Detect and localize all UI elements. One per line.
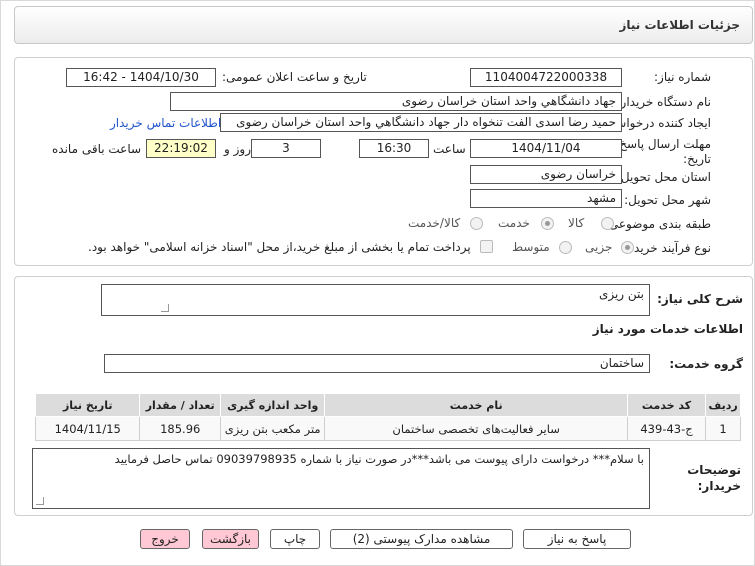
process-option-medium: متوسط <box>512 240 550 254</box>
deadline-label-date: تاریخ: <box>683 152 711 166</box>
remaining-time-field: 22:19:02 <box>146 139 216 158</box>
buyer-notes-text: با سلام*** درخواست دارای پیوست می باشد**… <box>114 452 644 466</box>
remaining-label: ساعت باقی مانده <box>52 142 142 156</box>
cell-name: سایر فعالیت‌های تخصصی ساختمان <box>324 416 628 441</box>
col-name: نام خدمت <box>324 393 628 417</box>
category-radio-service[interactable] <box>541 217 554 230</box>
deadline-time-field: 16:30 <box>359 139 429 158</box>
category-label: طبقه بندی موضوعی: <box>604 217 711 231</box>
need-number-field: 1104004722000338 <box>470 68 622 87</box>
summary-label: شرح کلی نیاز: <box>657 292 743 306</box>
category-option-service: خدمت <box>498 216 530 230</box>
services-table-header: ردیف کد خدمت نام خدمت واحد اندازه گیری ت… <box>34 393 741 417</box>
buyer-notes-label-2: خریدار: <box>697 479 741 493</box>
treasury-checkbox[interactable] <box>480 240 493 253</box>
deadline-date-field: 1404/11/04 <box>470 139 622 158</box>
resize-handle-icon[interactable] <box>161 304 169 312</box>
buyer-org-field: جهاد دانشگاهي واحد استان خراسان رضوی <box>170 92 622 111</box>
need-number-label: شماره نیاز: <box>654 70 711 84</box>
back-button[interactable]: بازگشت <box>202 529 259 549</box>
province-label: استان محل تحویل: <box>616 170 711 184</box>
city-field: مشهد <box>470 189 622 208</box>
col-date: تاریخ نیاز <box>34 393 141 417</box>
cell-date: 1404/11/15 <box>34 416 141 441</box>
col-row: ردیف <box>705 393 741 417</box>
services-table: ردیف کد خدمت نام خدمت واحد اندازه گیری ت… <box>34 393 741 441</box>
announce-date-field: 1404/10/30 - 16:42 <box>66 68 216 87</box>
buyer-notes-field[interactable]: با سلام*** درخواست دارای پیوست می باشد**… <box>32 448 650 509</box>
need-info-panel <box>14 57 753 266</box>
province-field: خراسان رضوی <box>470 165 622 184</box>
category-radio-both[interactable] <box>470 217 483 230</box>
cell-code: ج-43-439 <box>626 416 707 441</box>
category-option-goods: کالا <box>568 216 585 230</box>
category-option-both: کالا/خدمت <box>408 216 461 230</box>
days-remaining-field: 3 <box>251 139 321 158</box>
summary-field[interactable]: بتن ریزی <box>101 284 650 316</box>
title-bar: جزئیات اطلاعات نیاز <box>14 6 753 44</box>
reply-button[interactable]: پاسخ به نیاز <box>523 529 631 549</box>
process-label: نوع فرآیند خرید : <box>626 241 711 255</box>
treasury-payment-text: پرداخت تمام یا بخشی از مبلغ خرید،از محل … <box>88 240 471 254</box>
buyer-contact-link[interactable]: اطلاعات تماس خریدار <box>110 116 221 130</box>
process-option-minor: جزیی <box>585 240 613 254</box>
col-quantity: تعداد / مقدار <box>139 393 221 417</box>
buyer-notes-label: توضیحات <box>687 463 741 477</box>
page-title: جزئیات اطلاعات نیاز <box>619 18 740 32</box>
category-radio-goods[interactable] <box>601 217 614 230</box>
table-row: 1 ج-43-439 سایر فعالیت‌های تخصصی ساختمان… <box>34 416 741 441</box>
summary-text: بتن ریزی <box>598 287 644 301</box>
exit-button[interactable]: خروج <box>140 529 190 549</box>
print-button[interactable]: چاپ <box>270 529 320 549</box>
cell-quantity: 185.96 <box>139 416 221 441</box>
col-code: کد خدمت <box>626 393 707 417</box>
announce-date-label: تاریخ و ساعت اعلان عمومی: <box>222 70 367 84</box>
cell-row: 1 <box>705 416 741 441</box>
cell-unit: متر مکعب بتن ریزی <box>219 416 326 441</box>
resize-handle-icon[interactable] <box>36 497 44 505</box>
buyer-org-label: نام دستگاه خریدار: <box>616 95 712 109</box>
days-label: روز و <box>224 142 251 156</box>
service-group-field: ساختمان <box>104 354 650 373</box>
view-attachments-button[interactable]: مشاهده مدارک پیوستی (2) <box>330 529 513 549</box>
service-group-label: گروه خدمت: <box>669 357 743 371</box>
process-radio-minor[interactable] <box>621 241 634 254</box>
col-unit: واحد اندازه گیری <box>219 393 326 417</box>
creator-field: حمید رضا اسدی الفت تنخواه دار جهاد دانشگ… <box>220 113 622 132</box>
deadline-time-label: ساعت <box>433 142 466 156</box>
services-section-title: اطلاعات خدمات مورد نیاز <box>592 322 743 336</box>
city-label: شهر محل تحویل: <box>624 193 711 207</box>
process-radio-medium[interactable] <box>559 241 572 254</box>
